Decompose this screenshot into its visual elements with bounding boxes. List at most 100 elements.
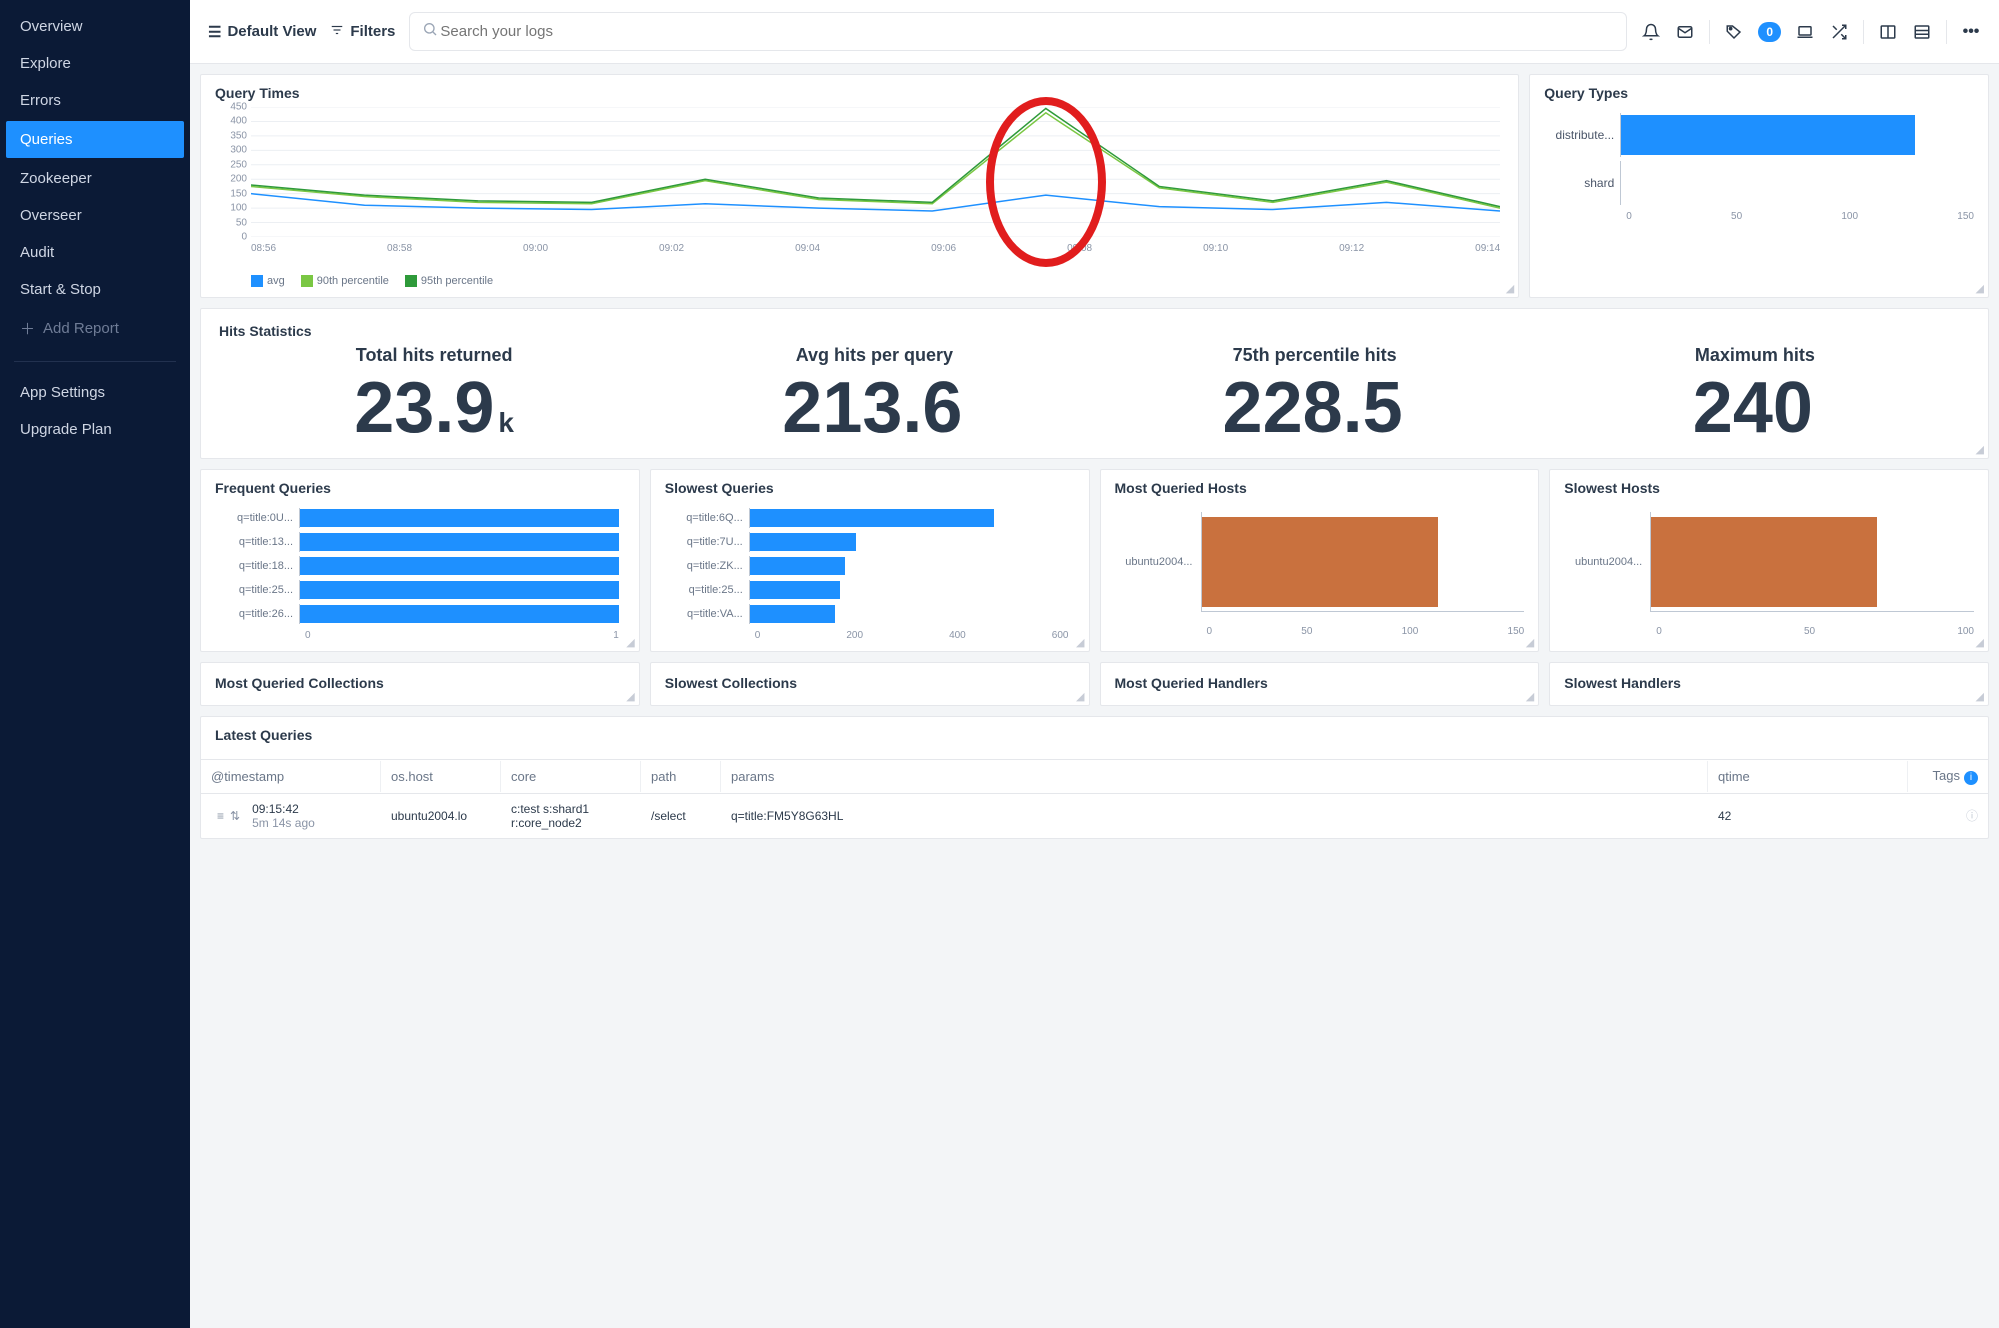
latest-queries-header: @timestamp os.host core path params qtim… [201,759,1988,794]
search-icon [422,21,438,42]
shuffle-icon[interactable] [1829,22,1849,42]
plus-icon: ＋ [20,318,35,339]
most-queried-handlers-title: Most Queried Handlers [1115,675,1268,691]
stat-total-hits: Total hits returned 23.9k [219,345,649,444]
stat-max-hits: Maximum hits 240 [1540,345,1970,444]
mail-icon[interactable] [1675,22,1695,42]
query-times-legend: avg 90th percentile 95th percentile [251,275,1504,287]
col-host[interactable]: os.host [381,761,501,792]
topbar-separator [1709,20,1710,44]
sidebar-item-overseer[interactable]: Overseer [0,197,190,234]
resize-handle-icon[interactable]: ◢ [1076,690,1084,703]
most-queried-handlers-card: Most Queried Handlers ◢ [1100,662,1540,706]
frequent-queries-title: Frequent Queries [215,480,625,496]
laptop-icon[interactable] [1795,22,1815,42]
resize-handle-icon[interactable]: ◢ [1976,282,1984,295]
sidebar-item-start-stop[interactable]: Start & Stop [0,271,190,308]
cell-params: q=title:FM5Y8G63HL [721,801,1708,831]
panel-icon[interactable] [1878,22,1898,42]
frequent-queries-card: Frequent Queries q=title:0U...q=title:13… [200,469,640,652]
most-queried-collections-card: Most Queried Collections ◢ [200,662,640,706]
col-params[interactable]: params [721,761,1708,792]
slowest-collections-title: Slowest Collections [665,675,797,691]
query-types-chart[interactable]: distribute...shard050100150 [1544,107,1974,222]
slowest-hosts-chart[interactable]: ubuntu2004...050100 [1564,502,1974,637]
topbar: ☰ Default View Filters 0 [190,0,1999,64]
sidebar-item-queries[interactable]: Queries [6,121,184,158]
query-times-card: Query Times 0501001502002503003504004500… [200,74,1519,298]
topbar-separator-3 [1946,20,1947,44]
col-core[interactable]: core [501,761,641,792]
sidebar: Overview Explore Errors Queries Zookeepe… [0,0,190,1328]
sidebar-separator [14,361,176,362]
slowest-handlers-title: Slowest Handlers [1564,675,1681,691]
search-input-wrapper[interactable] [409,12,1627,51]
stat-p75-hits: 75th percentile hits 228.5 [1100,345,1530,444]
resize-handle-icon[interactable]: ◢ [1076,636,1084,649]
slowest-collections-card: Slowest Collections ◢ [650,662,1090,706]
query-times-chart[interactable]: 05010015020025030035040045008:5608:5809:… [251,107,1500,267]
query-times-title: Query Times [215,85,1504,101]
cell-timestamp: 09:15:42 [252,802,315,816]
slowest-handlers-card: Slowest Handlers ◢ [1549,662,1989,706]
search-input[interactable] [438,22,1614,41]
slowest-queries-chart[interactable]: q=title:6Q...q=title:7U...q=title:ZK...q… [665,502,1075,641]
hits-stats-title: Hits Statistics [219,323,1970,339]
filters-button[interactable]: Filters [330,23,395,41]
resize-handle-icon[interactable]: ◢ [1506,282,1514,295]
cell-host: ubuntu2004.lo [381,801,501,831]
sidebar-item-explore[interactable]: Explore [0,45,190,82]
query-types-title: Query Types [1544,85,1974,101]
topbar-separator-2 [1863,20,1864,44]
cell-qtime: 42 [1708,801,1908,831]
sidebar-item-upgrade-plan[interactable]: Upgrade Plan [0,411,190,448]
default-view-button[interactable]: ☰ Default View [208,23,316,41]
info-icon[interactable]: i [1964,771,1978,785]
resize-handle-icon[interactable]: ◢ [626,690,634,703]
resize-handle-icon[interactable]: ◢ [1976,443,1984,456]
filter-icon [330,23,344,41]
sidebar-item-errors[interactable]: Errors [0,82,190,119]
list-icon[interactable] [1912,22,1932,42]
sidebar-item-overview[interactable]: Overview [0,8,190,45]
cell-tags: ⓘ [1908,799,1988,832]
more-icon[interactable]: ••• [1961,22,1981,42]
resize-handle-icon[interactable]: ◢ [1526,636,1534,649]
cell-timestamp-rel: 5m 14s ago [252,816,315,830]
resize-handle-icon[interactable]: ◢ [1976,636,1984,649]
slowest-queries-card: Slowest Queries q=title:6Q...q=title:7U.… [650,469,1090,652]
cell-path: /select [641,801,721,831]
menu-icon: ☰ [208,23,221,41]
add-report-button[interactable]: ＋ Add Report [0,308,190,349]
resize-handle-icon[interactable]: ◢ [626,636,634,649]
most-queried-hosts-title: Most Queried Hosts [1115,480,1525,496]
slowest-hosts-card: Slowest Hosts ubuntu2004...050100 ◢ [1549,469,1989,652]
stat-avg-hits: Avg hits per query 213.6 [659,345,1089,444]
query-types-card: Query Types distribute...shard050100150 … [1529,74,1989,298]
col-timestamp[interactable]: @timestamp [201,761,381,792]
slowest-hosts-title: Slowest Hosts [1564,480,1974,496]
drag-icon[interactable]: ≡ [217,809,224,823]
cell-core: c:test s:shard1 r:core_node2 [501,794,641,838]
most-queried-collections-title: Most Queried Collections [215,675,384,691]
col-path[interactable]: path [641,761,721,792]
most-queried-hosts-chart[interactable]: ubuntu2004...050100150 [1115,502,1525,637]
notification-badge[interactable]: 0 [1758,22,1781,42]
sidebar-item-audit[interactable]: Audit [0,234,190,271]
col-qtime[interactable]: qtime [1708,761,1908,792]
col-tags[interactable]: Tagsi [1908,760,1988,793]
most-queried-hosts-card: Most Queried Hosts ubuntu2004...05010015… [1100,469,1540,652]
hits-stats-card: Hits Statistics Total hits returned 23.9… [200,308,1989,459]
latest-queries-title: Latest Queries [201,717,1988,753]
resize-handle-icon[interactable]: ◢ [1526,690,1534,703]
tag-icon[interactable] [1724,22,1744,42]
expand-icon[interactable]: ⇅ [230,809,240,823]
table-row[interactable]: ≡ ⇅ 09:15:42 5m 14s ago ubuntu2004.lo c:… [201,794,1988,838]
bell-icon[interactable] [1641,22,1661,42]
sidebar-item-zookeeper[interactable]: Zookeeper [0,160,190,197]
frequent-queries-chart[interactable]: q=title:0U...q=title:13...q=title:18...q… [215,502,625,641]
sidebar-item-app-settings[interactable]: App Settings [0,374,190,411]
resize-handle-icon[interactable]: ◢ [1976,690,1984,703]
slowest-queries-title: Slowest Queries [665,480,1075,496]
latest-queries-card: Latest Queries @timestamp os.host core p… [200,716,1989,839]
